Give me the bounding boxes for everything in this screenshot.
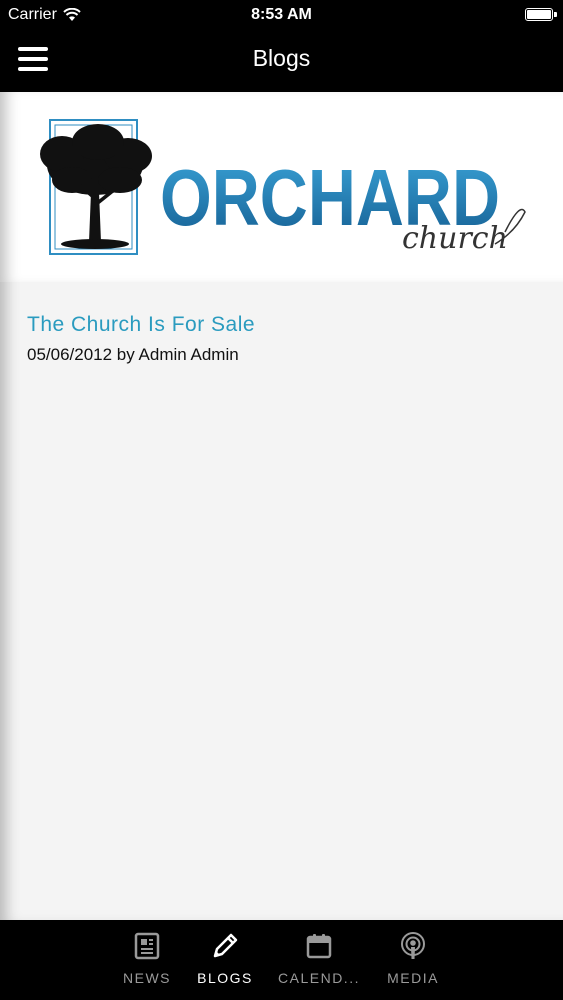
clock: 8:53 AM	[251, 6, 312, 23]
post-meta: 05/06/2012 by Admin Admin	[27, 345, 239, 364]
post-title-link[interactable]: The Church Is For Sale	[27, 313, 255, 337]
battery-icon	[525, 8, 557, 21]
tab-calendar[interactable]: CALEND...	[272, 920, 366, 1000]
tab-blogs[interactable]: BLOGS	[185, 920, 265, 1000]
tab-bar: NEWS BLOGS CALEND... MEDIA	[0, 920, 563, 1000]
tab-blogs-label: BLOGS	[197, 970, 253, 986]
tree-icon	[40, 124, 152, 249]
calendar-icon	[306, 934, 332, 959]
church-logo: ORCHARD church	[0, 92, 563, 282]
logo-subtext: church	[402, 221, 508, 256]
tab-news[interactable]: NEWS	[107, 920, 187, 1000]
pencil-icon	[213, 933, 238, 958]
page-title: Blogs	[252, 45, 311, 71]
podcast-icon	[401, 932, 425, 959]
tab-calendar-label: CALEND...	[278, 970, 360, 986]
newspaper-icon	[134, 932, 160, 960]
tab-media-label: MEDIA	[387, 970, 439, 986]
nav-bar: Blogs	[0, 30, 563, 92]
status-bar: Carrier 8:53 AM	[0, 0, 563, 30]
blog-list[interactable]: ORCHARD church The Church Is For Sale 05…	[0, 92, 563, 920]
tab-media[interactable]: MEDIA	[373, 920, 453, 1000]
tab-news-label: NEWS	[123, 970, 171, 986]
